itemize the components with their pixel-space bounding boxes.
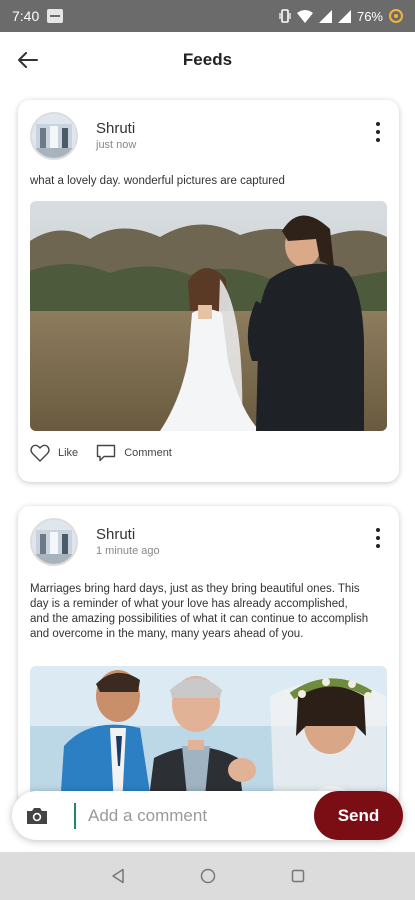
post-time: 1 minute ago: [96, 545, 160, 557]
vibrate-icon: [279, 9, 291, 23]
signal-icon: [318, 9, 332, 23]
comment-label: Comment: [124, 447, 172, 459]
camera-icon: [27, 807, 47, 824]
nav-home-icon: [200, 868, 215, 884]
post-header: Shruti 1 minute ago: [18, 506, 399, 576]
nav-recents-button[interactable]: [288, 866, 308, 886]
like-label: Like: [58, 447, 79, 459]
post-photo[interactable]: [30, 201, 387, 431]
feed-post: Shruti 1 minute ago Marriages bring hard…: [18, 506, 399, 806]
nav-back-button[interactable]: [108, 866, 128, 886]
nav-home-button[interactable]: [198, 866, 218, 886]
message-notification-icon: [47, 9, 64, 23]
nav-back-icon: [111, 868, 124, 884]
signal-icon-2: [337, 9, 351, 23]
post-actions: Like Comment: [30, 444, 172, 462]
status-indicators: 76%: [279, 9, 403, 24]
wifi-icon: [296, 9, 313, 23]
heart-icon: [30, 444, 50, 462]
post-time: just now: [96, 139, 137, 151]
avatar[interactable]: [30, 112, 78, 160]
nav-recents-icon: [291, 869, 304, 883]
send-button[interactable]: Send: [314, 791, 403, 840]
post-author: Shruti: [96, 526, 136, 543]
comment-icon: [96, 444, 116, 462]
more-options-button[interactable]: [375, 122, 381, 142]
comment-bar: Send: [12, 791, 403, 840]
post-author: Shruti: [96, 120, 136, 137]
status-time: 7:40: [12, 8, 40, 24]
post-caption: Marriages bring hard days, just as they …: [30, 583, 369, 640]
system-nav-bar: [0, 852, 415, 900]
battery-percent: 76%: [356, 8, 383, 24]
more-options-button[interactable]: [375, 528, 381, 548]
battery-saver-icon: [389, 9, 403, 23]
like-button[interactable]: Like: [30, 444, 78, 462]
feed-post: Shruti just now what a lovely day. wonde…: [18, 100, 399, 482]
back-button[interactable]: [14, 46, 42, 74]
app-header: Feeds: [0, 32, 415, 88]
avatar[interactable]: [30, 518, 78, 566]
comment-input[interactable]: [74, 802, 314, 829]
post-caption: what a lovely day. wonderful pictures ar…: [30, 175, 285, 187]
status-bar: 7:40 76%: [0, 0, 415, 32]
page-title: Feeds: [182, 50, 233, 69]
post-photo[interactable]: [30, 666, 387, 806]
comment-button[interactable]: Comment: [96, 444, 172, 462]
post-header: Shruti just now: [18, 100, 399, 170]
back-arrow-icon: [18, 52, 38, 68]
camera-button[interactable]: [12, 791, 62, 840]
